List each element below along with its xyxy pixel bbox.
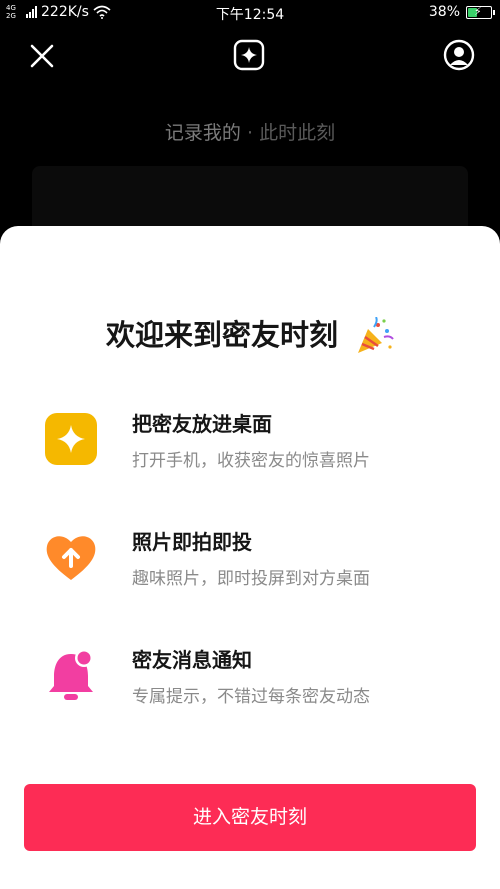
- profile-icon[interactable]: [442, 38, 476, 72]
- bell-icon: [49, 649, 93, 700]
- caption-main: 记录我的: [164, 122, 241, 144]
- heart-arrow-icon: [46, 536, 96, 580]
- feature-description: 趣味照片，即时投屏到对方桌面: [132, 569, 370, 589]
- battery-percent: 38%: [428, 4, 460, 20]
- sheet-title: 欢迎来到密友时刻: [105, 318, 338, 352]
- close-icon[interactable]: [26, 40, 58, 72]
- party-popper-icon: [358, 317, 394, 353]
- feature-desktop-widget: 把密友放进桌面 打开手机，收获密友的惊喜照片: [44, 408, 464, 478]
- welcome-sheet: 欢迎来到密友时刻 把密友放进桌面 打开手机，收获密友的惊喜照片 照片即拍即投 趣…: [0, 226, 500, 889]
- sparkle-tile-icon: [45, 413, 97, 465]
- battery-icon: ⚡: [466, 4, 495, 19]
- screen: 4G 2G 222K/s 下午12:54 38% ⚡ 记录我的 · 此时此刻 欢…: [0, 0, 500, 889]
- sheet-title-row: 欢迎来到密友时刻: [0, 312, 500, 357]
- caption-sub: · 此时此刻: [246, 122, 336, 144]
- feature-title: 密友消息通知: [132, 648, 252, 672]
- top-nav: [0, 34, 500, 78]
- feature-description: 专属提示，不错过每条密友动态: [132, 687, 370, 707]
- feature-description: 打开手机，收获密友的惊喜照片: [132, 451, 370, 471]
- status-bar: 4G 2G 222K/s 下午12:54 38% ⚡: [0, 0, 500, 28]
- moment-caption: 记录我的 · 此时此刻: [0, 118, 500, 145]
- charging-icon: ⚡: [474, 4, 482, 18]
- feature-instant-photo: 照片即拍即投 趣味照片，即时投屏到对方桌面: [44, 526, 464, 596]
- status-time: 下午12:54: [215, 7, 285, 23]
- feature-title: 照片即拍即投: [132, 530, 252, 554]
- status-right: 38% ⚡: [428, 4, 495, 20]
- sparkle-icon[interactable]: [232, 38, 266, 72]
- enter-button[interactable]: 进入密友时刻: [24, 784, 476, 851]
- feature-message-notify: 密友消息通知 专属提示，不错过每条密友动态: [44, 644, 464, 714]
- feature-title: 把密友放进桌面: [132, 412, 272, 436]
